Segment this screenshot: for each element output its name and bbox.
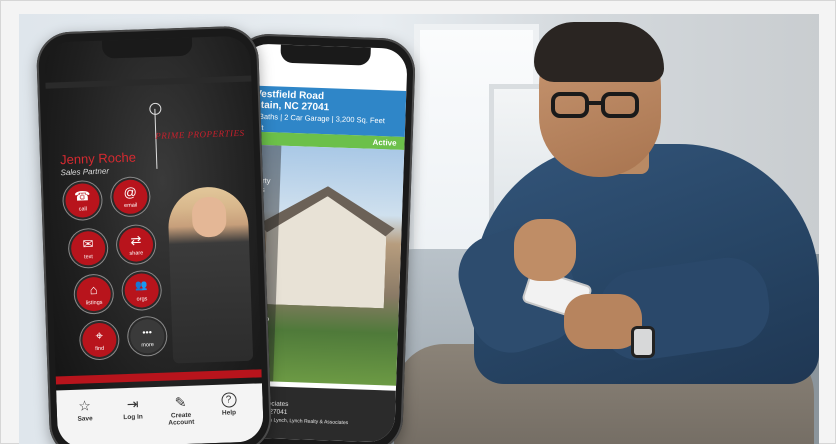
- listings-button[interactable]: ⌂ listings: [76, 276, 112, 312]
- top-bar: [45, 75, 252, 89]
- accent-stripe: [55, 369, 262, 385]
- agent-name: Jenny Roche: [59, 149, 137, 168]
- share-button[interactable]: ⇄ share: [118, 227, 154, 263]
- email-button[interactable]: @ email: [112, 179, 148, 215]
- email-icon: @: [123, 184, 138, 201]
- bottom-nav: ☆ Save ⇥ Log In ✎ Create Account ? Help: [56, 383, 265, 444]
- phone-notch: [101, 37, 193, 59]
- more-button[interactable]: ••• more: [129, 318, 165, 354]
- share-icon: ⇄: [130, 232, 142, 248]
- phone-icon: ☎: [73, 188, 91, 204]
- marketing-photo: Vestfield Road ntain, NC 27041 - Baths |…: [19, 14, 819, 444]
- call-button[interactable]: ☎ call: [64, 182, 101, 219]
- agent-phone: PRIME PROPERTIES Jenny Roche Sales Partn…: [35, 25, 273, 444]
- glasses-icon: [551, 92, 643, 122]
- brand-logo: PRIME PROPERTIES: [155, 127, 245, 141]
- star-icon: ☆: [78, 397, 92, 414]
- agent-screen: PRIME PROPERTIES Jenny Roche Sales Partn…: [43, 35, 265, 444]
- find-icon: ⌖: [95, 327, 104, 344]
- man-hair: [534, 22, 664, 82]
- phone-notch: [279, 44, 371, 66]
- agent-title: Sales Partner: [60, 166, 110, 178]
- create-account-icon: ✎: [174, 393, 187, 411]
- wristwatch-icon: [631, 326, 655, 358]
- listings-icon: ⌂: [89, 282, 98, 298]
- text-icon: ✉: [82, 236, 94, 252]
- agent-face: [191, 196, 227, 238]
- login-button[interactable]: ⇥ Log In: [110, 395, 155, 422]
- save-button[interactable]: ☆ Save: [62, 397, 107, 424]
- help-button[interactable]: ? Help: [206, 392, 251, 418]
- image-frame: Vestfield Road ntain, NC 27041 - Baths |…: [0, 0, 836, 444]
- more-icon: •••: [142, 327, 153, 338]
- listing-header: Vestfield Road ntain, NC 27041 - Baths |…: [239, 85, 407, 137]
- login-icon: ⇥: [126, 395, 139, 413]
- man-left-hand: [514, 219, 576, 281]
- orgs-icon: 👥: [135, 280, 148, 292]
- text-button[interactable]: ✉ text: [70, 230, 106, 266]
- help-icon: ?: [220, 392, 237, 408]
- find-button[interactable]: ⌖ find: [81, 322, 117, 358]
- orgs-button[interactable]: 👥 orgs: [124, 272, 160, 309]
- create-account-button[interactable]: ✎ Create Account: [158, 393, 203, 427]
